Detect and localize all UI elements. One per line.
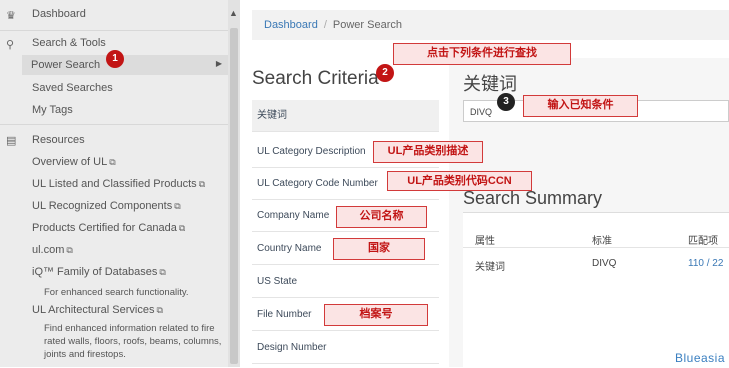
sidebar-item-my-tags[interactable]: My Tags	[32, 104, 73, 116]
document-icon: ▤	[6, 135, 17, 147]
external-link-icon: ⧉	[178, 223, 186, 233]
sidebar-item-label: iQ™ Family of Databases	[32, 266, 158, 278]
sidebar-section-search-tools: Search & Tools	[32, 37, 106, 49]
sidebar-item-label: UL Architectural Services	[32, 304, 155, 316]
annotation-click-criteria: 点击下列条件进行查找	[393, 43, 571, 65]
summary-cell-attribute: 关键词	[475, 262, 505, 273]
external-link-icon: ⧉	[156, 305, 163, 315]
sidebar-item-power-search[interactable]: Power Search ▶	[22, 55, 228, 75]
summary-header-attribute: 属性	[475, 236, 495, 247]
table-divider	[463, 247, 729, 248]
external-link-icon: ⧉	[159, 267, 166, 277]
sidebar-divider	[0, 124, 228, 125]
watermark: Blueasia	[674, 351, 725, 365]
summary-cell-standard: DIVQ	[592, 258, 617, 269]
sidebar-section-resources: Resources	[32, 134, 85, 146]
breadcrumb-separator: /	[323, 19, 327, 31]
sidebar-item-architectural[interactable]: UL Architectural Services ⧉	[32, 304, 163, 316]
criteria-item-keyword[interactable]: 关键词	[252, 100, 439, 132]
external-link-icon: ⧉	[198, 179, 206, 189]
sidebar-item-recognized[interactable]: UL Recognized Components ⧉	[32, 200, 181, 212]
sidebar-item-ulcom[interactable]: ul.com ⧉	[32, 244, 73, 256]
annotation-enter-known-conditions: 输入已知条件	[523, 95, 638, 117]
annotation-category-description: UL产品类别描述	[373, 141, 483, 163]
external-link-icon: ⧉	[109, 157, 116, 167]
sidebar-item-dashboard[interactable]: Dashboard	[32, 8, 86, 20]
summary-header-standard: 标准	[592, 236, 612, 247]
annotation-category-code-ccn: UL产品类别代码CCN	[387, 171, 532, 191]
sidebar-scrollbar[interactable]: ▲	[228, 0, 240, 367]
criteria-item-us-state[interactable]: US State	[252, 266, 439, 298]
summary-header-matches: 匹配项	[688, 236, 718, 247]
keyword-title: 关键词	[463, 74, 517, 94]
sidebar-item-listed-classified[interactable]: UL Listed and Classified Products ⧉	[32, 178, 205, 190]
summary-cell-matches-link[interactable]: 110 / 22	[688, 258, 723, 269]
sidebar-item-label: ul.com	[32, 244, 65, 256]
sidebar-item-label: Overview of UL	[32, 156, 108, 168]
sidebar-item-label: UL Recognized Components	[32, 200, 173, 212]
sidebar-item-label: UL Listed and Classified Products	[32, 178, 197, 190]
annotation-country: 国家	[333, 238, 425, 260]
annotation-number-2: 2	[376, 64, 394, 82]
chevron-up-icon[interactable]: ▲	[229, 8, 238, 18]
breadcrumb: Dashboard / Power Search	[252, 10, 729, 40]
dashboard-icon: ♛	[6, 10, 16, 22]
sidebar-divider	[0, 30, 228, 31]
sidebar-item-overview[interactable]: Overview of UL ⧉	[32, 156, 116, 168]
iq-family-description: For enhanced search functionality.	[44, 287, 189, 298]
sidebar-item-label: Power Search	[31, 59, 101, 71]
sidebar-item-certified-canada[interactable]: Products Certified for Canada ⧉	[32, 222, 185, 234]
sidebar-item-label: Products Certified for Canada	[32, 222, 177, 234]
search-criteria-title: Search Criteria	[252, 68, 379, 89]
sidebar-item-iq-family[interactable]: iQ™ Family of Databases ⧉	[32, 266, 166, 278]
chevron-right-icon: ▶	[215, 59, 222, 68]
external-link-icon: ⧉	[174, 201, 181, 211]
annotation-number-3: 3	[497, 93, 515, 111]
annotation-number-1: 1	[106, 50, 124, 68]
annotation-file-number: 档案号	[324, 304, 428, 326]
criteria-item-design-number[interactable]: Design Number	[252, 332, 439, 364]
search-summary-title: Search Summary	[463, 188, 603, 208]
architectural-description: Find enhanced information related to fir…	[44, 323, 222, 360]
breadcrumb-current: Power Search	[332, 19, 402, 31]
search-icon: ⚲	[6, 39, 15, 51]
breadcrumb-dashboard-link[interactable]: Dashboard	[264, 19, 318, 31]
external-link-icon: ⧉	[66, 245, 73, 255]
annotation-company-name: 公司名称	[336, 206, 427, 228]
scrollbar-thumb[interactable]	[230, 28, 238, 364]
sidebar-item-saved-searches[interactable]: Saved Searches	[32, 82, 113, 94]
